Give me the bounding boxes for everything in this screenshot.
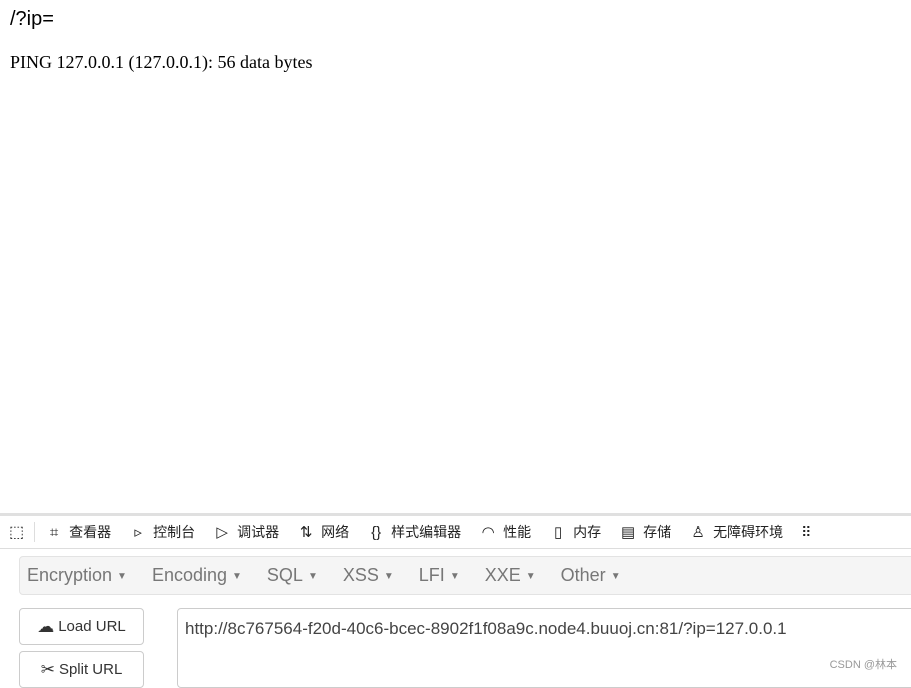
split-url-button[interactable]: ✂ Split URL	[19, 651, 144, 688]
console-icon: ▹	[134, 524, 142, 541]
menu-other[interactable]: Other ▼	[561, 565, 621, 586]
tab-storage[interactable]: ▤ 存储	[619, 522, 671, 542]
caret-down-icon: ▼	[449, 570, 460, 582]
caret-down-icon: ▼	[610, 570, 621, 582]
caret-down-icon: ▼	[307, 570, 318, 582]
page-path: /?ip=	[10, 8, 54, 30]
devtools-toolbar: ⬚ ⌗ 查看器 ▹ 控制台 ▷ 调试器 ⇅ 网络 {} 样式编辑器 ◠ 性能 ▯ 内存 ▤ 存储…	[0, 513, 911, 549]
menu-sql[interactable]: SQL ▼	[267, 565, 318, 586]
inspector-icon: ⌗	[49, 523, 59, 541]
memory-icon: ▯	[553, 524, 563, 541]
tab-accessibility[interactable]: ♙ 无障碍环境	[689, 522, 783, 542]
load-url-button[interactable]: ☁ Load URL	[19, 608, 144, 645]
element-picker-icon[interactable]: ⬚	[9, 522, 36, 542]
caret-down-icon: ▼	[232, 570, 242, 582]
more-tools-icon[interactable]: ⠿	[801, 524, 811, 541]
tab-memory[interactable]: ▯ 内存	[549, 522, 601, 542]
cloud-download-icon: ☁	[37, 616, 55, 636]
menu-xss[interactable]: XSS ▼	[343, 565, 394, 586]
caret-down-icon: ▼	[383, 570, 394, 582]
watermark: CSDN @林本	[829, 659, 897, 671]
tab-style-editor[interactable]: {} 样式编辑器	[367, 522, 461, 542]
menu-encryption[interactable]: Encryption ▼	[27, 565, 127, 586]
caret-down-icon: ▼	[525, 570, 536, 582]
tab-debugger[interactable]: ▷ 调试器	[213, 522, 279, 542]
menu-encoding[interactable]: Encoding ▼	[152, 565, 242, 586]
tab-performance[interactable]: ◠ 性能	[479, 522, 532, 542]
caret-down-icon: ▼	[117, 570, 127, 582]
debugger-icon: ▷	[216, 524, 228, 541]
menu-lfi[interactable]: LFI ▼	[419, 565, 460, 586]
performance-icon: ◠	[481, 524, 495, 541]
ping-output: PING 127.0.0.1 (127.0.0.1): 56 data byte…	[10, 52, 313, 72]
tab-console[interactable]: ▹ 控制台	[129, 522, 195, 542]
scissors-icon: ✂	[40, 659, 55, 679]
hackbar-menu: Encryption ▼ Encoding ▼ SQL ▼ XSS ▼ LFI ▼ XXE…	[19, 556, 911, 595]
menu-xxe[interactable]: XXE ▼	[485, 565, 536, 586]
network-icon: ⇅	[299, 524, 313, 541]
tab-network[interactable]: ⇅ 网络	[297, 522, 349, 542]
accessibility-icon: ♙	[691, 524, 705, 541]
storage-icon: ▤	[621, 524, 636, 541]
style-editor-icon: {}	[371, 523, 382, 541]
url-input[interactable]: http://8c767564-f20d-40c6-bcec-8902f1f08…	[177, 608, 911, 688]
tab-inspector[interactable]: ⌗ 查看器	[45, 522, 111, 542]
